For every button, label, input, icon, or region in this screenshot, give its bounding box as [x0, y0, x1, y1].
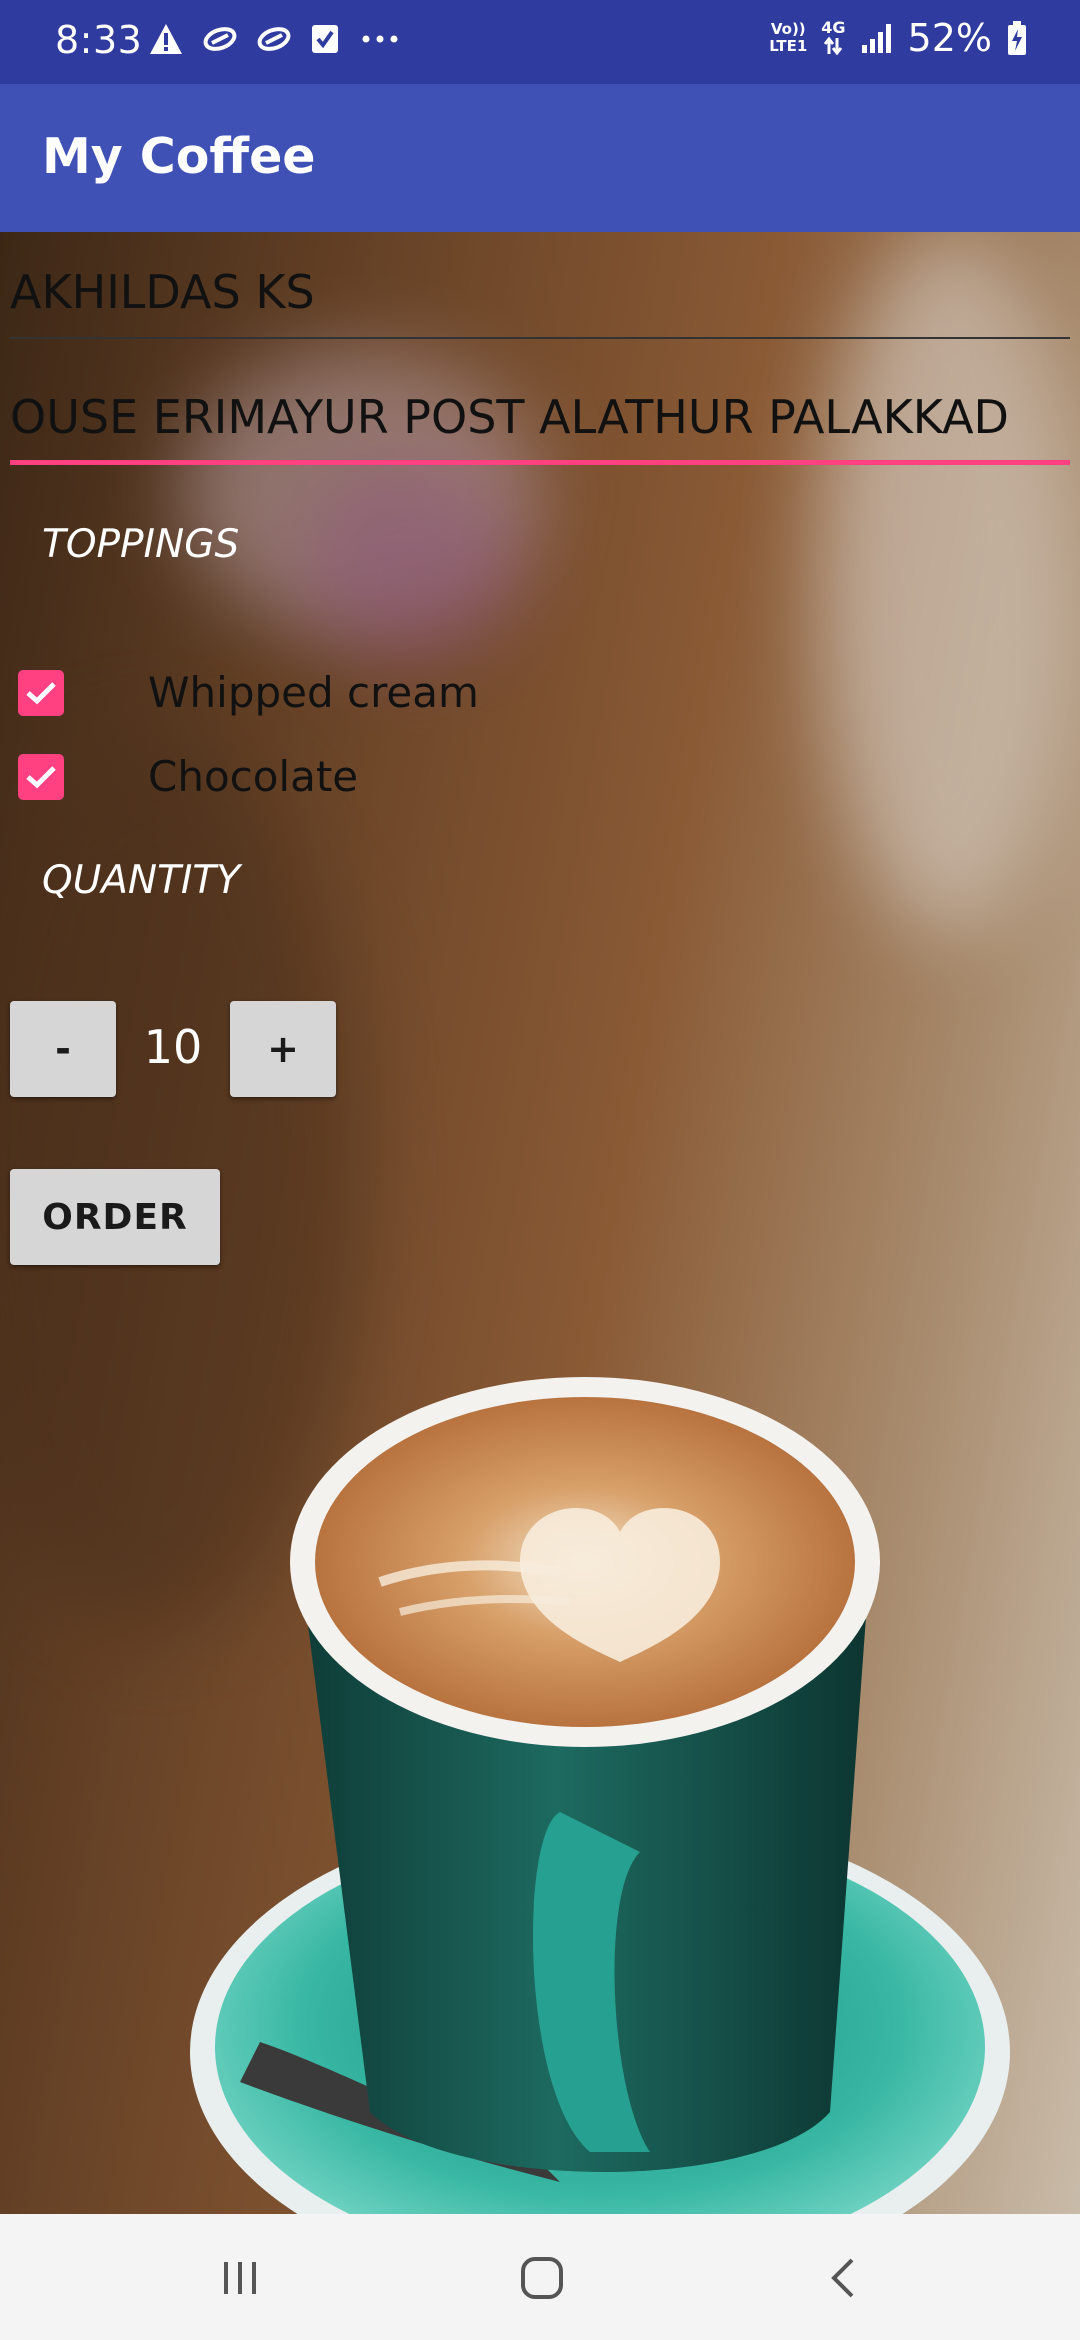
warning-icon [150, 24, 182, 54]
screen: 8:33 Vo)) LTE1 4G 52% My Coffee AKHILDAS… [0, 0, 1080, 2340]
topping-whipped-cream[interactable]: Whipped cream [18, 668, 479, 717]
volte-top: Vo)) [770, 20, 806, 38]
status-notification-icons [148, 22, 402, 56]
status-system-icons: Vo)) LTE1 4G 52% [769, 16, 1028, 60]
check-icon [26, 681, 56, 704]
app-title: My Coffee [42, 128, 316, 185]
order-button[interactable]: ORDER [10, 1169, 220, 1265]
whipped-cream-label: Whipped cream [148, 668, 479, 717]
network-type: 4G [821, 18, 846, 37]
volte-label: Vo)) LTE1 [769, 21, 807, 55]
topping-chocolate[interactable]: Chocolate [18, 752, 358, 801]
data-arrows-icon: 4G [821, 18, 846, 56]
more-dots-icon [362, 35, 398, 43]
volte-bottom: LTE1 [769, 37, 808, 55]
name-field-value: AKHILDAS KS [10, 265, 315, 319]
system-nav-bar [0, 2214, 1080, 2340]
check-icon [26, 765, 56, 788]
status-time: 8:33 [55, 18, 143, 62]
quantity-value: 10 [143, 1020, 203, 1074]
chocolate-label: Chocolate [148, 752, 359, 801]
address-field-value: OUSE ERIMAYUR POST ALATHUR PALAKKAD [10, 390, 1009, 444]
link-icon [203, 27, 237, 51]
chocolate-checkbox[interactable] [18, 753, 64, 800]
recent-apps-button[interactable] [210, 2250, 270, 2306]
battery-percent: 52% [907, 16, 992, 60]
name-field[interactable]: AKHILDAS KS [10, 265, 1070, 339]
task-check-icon [312, 25, 338, 53]
app-bar: My Coffee [0, 84, 1080, 232]
home-button[interactable] [512, 2250, 572, 2306]
home-icon [521, 2257, 563, 2299]
increment-button[interactable]: + [230, 1001, 336, 1097]
status-bar: 8:33 Vo)) LTE1 4G 52% [0, 0, 1080, 84]
decrement-button[interactable]: - [10, 1001, 116, 1097]
link-icon [257, 27, 291, 51]
back-button[interactable] [814, 2250, 874, 2306]
quantity-label: QUANTITY [42, 858, 241, 903]
toppings-label: TOPPINGS [42, 522, 240, 567]
recent-apps-icon [224, 2262, 256, 2294]
battery-charging-icon [1008, 21, 1026, 55]
address-field[interactable]: OUSE ERIMAYUR POST ALATHUR PALAKKAD [10, 390, 1070, 465]
whipped-cream-checkbox[interactable] [18, 669, 64, 716]
signal-icon [861, 24, 891, 53]
back-icon [831, 2258, 854, 2298]
